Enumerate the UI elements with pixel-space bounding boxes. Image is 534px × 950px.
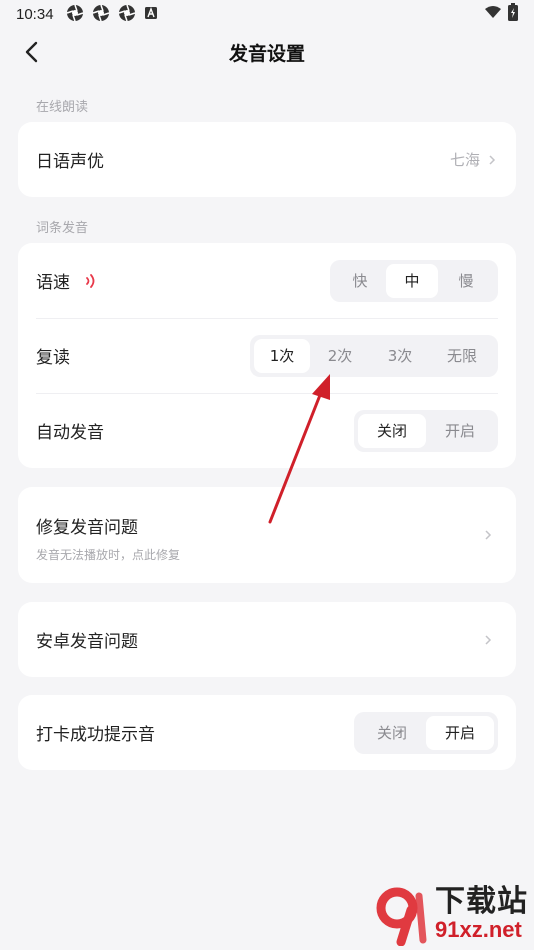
aperture-icon — [92, 4, 110, 25]
speed-option-slow[interactable]: 慢 — [438, 264, 494, 298]
status-bar: 10:34 — [0, 0, 534, 28]
repeat-option-3x[interactable]: 3次 — [370, 339, 430, 373]
aperture-icon — [118, 4, 136, 25]
auto-play-option-on[interactable]: 开启 — [426, 414, 494, 448]
wifi-icon — [484, 5, 502, 23]
checkin-sound-segmented-control: 关闭 开启 — [354, 711, 498, 754]
auto-play-label: 自动发音 — [36, 423, 104, 443]
repeat-segmented-control: 1次 2次 3次 无限 — [250, 334, 498, 377]
entry-pronunciation-card: 语速 快 中 慢 复读 1次 2次 3次 无限 自动发音 关闭 开启 — [18, 243, 516, 468]
speed-segmented-control: 快 中 慢 — [330, 259, 498, 302]
a-badge-icon — [144, 6, 158, 23]
chevron-right-icon — [485, 634, 492, 645]
status-time: 10:34 — [16, 5, 54, 23]
chevron-left-icon — [25, 41, 38, 63]
chevron-right-icon — [485, 530, 492, 540]
voice-actor-label: 日语声优 — [36, 152, 104, 172]
battery-icon — [508, 3, 518, 25]
watermark-title: 下载站 — [435, 884, 528, 919]
repeat-label: 复读 — [36, 348, 70, 368]
voice-actor-value-text: 七海 — [449, 151, 480, 169]
chevron-right-icon — [489, 154, 496, 165]
checkin-sound-label: 打卡成功提示音 — [36, 725, 155, 745]
android-pronunciation-card[interactable]: 安卓发音问题 — [18, 602, 516, 677]
speed-row: 语速 快 中 慢 — [18, 243, 516, 318]
fix-pronunciation-text: 修复发音问题 发音无法播放时，点此修复 — [36, 513, 180, 563]
speed-label: 语速 — [36, 273, 70, 293]
sound-wave-icon[interactable] — [84, 272, 98, 290]
section-label-online-reading: 在线朗读 — [36, 100, 89, 115]
watermark-url: 91xz.net — [435, 917, 522, 942]
checkin-sound-option-off[interactable]: 关闭 — [358, 716, 426, 750]
speed-option-medium[interactable]: 中 — [386, 263, 438, 298]
auto-play-option-off[interactable]: 关闭 — [358, 413, 426, 448]
checkin-sound-card: 打卡成功提示音 关闭 开启 — [18, 695, 516, 770]
checkin-sound-option-on[interactable]: 开启 — [426, 715, 494, 750]
page-title: 发音设置 — [228, 42, 305, 65]
auto-play-segmented-control: 关闭 开启 — [354, 409, 498, 452]
android-pronunciation-title: 安卓发音问题 — [36, 632, 138, 652]
checkin-sound-row: 打卡成功提示音 关闭 开启 — [18, 695, 516, 770]
watermark: 下载站 91xz.net — [367, 882, 528, 946]
repeat-row: 复读 1次 2次 3次 无限 — [18, 318, 516, 393]
voice-actor-row[interactable]: 日语声优 七海 — [18, 122, 516, 197]
android-pronunciation-row: 安卓发音问题 — [18, 602, 516, 677]
watermark-text: 下载站 91xz.net — [435, 886, 528, 942]
fix-pronunciation-card[interactable]: 修复发音问题 发音无法播放时，点此修复 — [18, 487, 516, 583]
voice-actor-value: 七海 — [450, 149, 498, 170]
speed-option-fast[interactable]: 快 — [334, 264, 386, 298]
online-reading-card: 日语声优 七海 — [18, 122, 516, 197]
header: 发音设置 — [0, 28, 534, 76]
repeat-option-2x[interactable]: 2次 — [310, 339, 370, 373]
repeat-option-unlimited[interactable]: 无限 — [430, 339, 494, 373]
auto-play-row: 自动发音 关闭 开启 — [18, 393, 516, 468]
repeat-option-1x[interactable]: 1次 — [254, 338, 310, 373]
fix-pronunciation-title: 修复发音问题 — [36, 518, 138, 538]
aperture-icon — [66, 4, 84, 25]
watermark-logo-icon — [376, 887, 427, 946]
section-label-entry-pronunciation: 词条发音 — [36, 221, 89, 236]
fix-pronunciation-subtitle: 发音无法播放时，点此修复 — [36, 548, 181, 562]
back-button[interactable] — [18, 38, 46, 66]
